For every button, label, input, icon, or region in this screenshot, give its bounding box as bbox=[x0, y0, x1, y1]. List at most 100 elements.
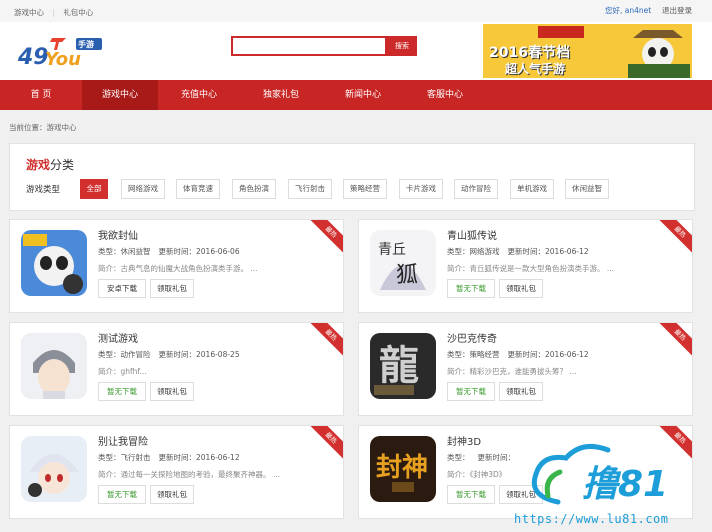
tag-online[interactable]: 网络游戏 bbox=[121, 179, 165, 199]
game-icon-anime[interactable] bbox=[21, 333, 87, 399]
game-name[interactable]: 沙巴克传奇 bbox=[447, 330, 497, 345]
top-link-gift-center[interactable]: 礼包中心 bbox=[63, 8, 93, 17]
logo-sub-text: 手游 bbox=[78, 40, 94, 49]
search-button[interactable]: 搜索 bbox=[387, 36, 417, 56]
game-card: 龍 沙巴克传奇 类型：策略经营 更新时间：2016-06-12 简介：精彩沙巴克，… bbox=[358, 322, 693, 416]
category-title: 游戏分类 bbox=[26, 156, 74, 173]
nav-item-support[interactable]: 客服中心 bbox=[404, 80, 486, 110]
top-link-game-center[interactable]: 游戏中心 bbox=[14, 8, 44, 17]
game-type: 网络游戏 bbox=[469, 247, 500, 256]
top-links: 游戏中心 | 礼包中心 bbox=[14, 7, 93, 18]
game-name[interactable]: 青山狐传说 bbox=[447, 227, 497, 242]
game-intro: 简介：古典气息的仙魔大战角色扮演类手游。 ... bbox=[98, 264, 258, 273]
category-title-highlight: 游戏 bbox=[26, 158, 51, 172]
hot-ribbon: 最热 bbox=[655, 220, 692, 257]
game-intro: 简介：《封神3D》 bbox=[447, 470, 507, 479]
nav-item-home[interactable]: 首 页 bbox=[0, 80, 82, 110]
greeting-text: 您好, bbox=[605, 6, 623, 15]
hot-ribbon: 最热 bbox=[306, 323, 343, 360]
user-area: 您好, an4net 退出登录 bbox=[605, 5, 692, 16]
nav-item-game-center[interactable]: 游戏中心 bbox=[82, 80, 158, 110]
game-type: 策略经营 bbox=[469, 350, 500, 359]
download-button[interactable]: 暂无下载 bbox=[447, 279, 495, 298]
top-link-separator: | bbox=[52, 8, 55, 17]
game-type: 休闲益智 bbox=[120, 247, 151, 256]
game-intro: 简介：通过每一关探险地图的考验，最终聚齐神器。 ... bbox=[98, 470, 281, 479]
tag-sports-racing[interactable]: 体育竞速 bbox=[176, 179, 220, 199]
game-intro: 简介：ghfhf... bbox=[98, 367, 147, 376]
download-button[interactable]: 暂无下载 bbox=[447, 382, 495, 401]
game-intro: 简介：青丘狐传说是一款大型角色扮演类手游。 ... bbox=[447, 264, 615, 273]
gift-button[interactable]: 领取礼包 bbox=[499, 382, 543, 401]
game-name[interactable]: 封神3D bbox=[447, 433, 481, 448]
hot-ribbon: 最热 bbox=[306, 426, 343, 463]
svg-text:龍: 龍 bbox=[379, 342, 419, 389]
game-type: 飞行射击 bbox=[120, 453, 151, 462]
nav-item-recharge[interactable]: 充值中心 bbox=[158, 80, 240, 110]
username-link[interactable]: an4net bbox=[625, 6, 651, 15]
gift-button[interactable]: 领取礼包 bbox=[499, 279, 543, 298]
tag-rpg[interactable]: 角色扮演 bbox=[232, 179, 276, 199]
download-button[interactable]: 暂无下载 bbox=[98, 485, 146, 504]
tag-strategy[interactable]: 策略经营 bbox=[343, 179, 387, 199]
tag-card[interactable]: 卡片游戏 bbox=[399, 179, 443, 199]
tag-casual[interactable]: 休闲益智 bbox=[565, 179, 609, 199]
game-card: 别让我冒险 类型：飞行射击 更新时间：2016-06-12 简介：通过每一关探险地… bbox=[9, 425, 344, 519]
tag-action[interactable]: 动作冒险 bbox=[454, 179, 498, 199]
game-icon-panda[interactable] bbox=[21, 230, 87, 296]
site-logo[interactable]: 49 You 手游 bbox=[17, 36, 108, 70]
download-button[interactable]: 安卓下载 bbox=[98, 279, 146, 298]
hot-ribbon: 最热 bbox=[655, 323, 692, 360]
site-watermark: 撸81 https://www.lu81.com bbox=[508, 436, 712, 532]
main-nav: 首 页 游戏中心 充值中心 独家礼包 新闻中心 客服中心 bbox=[0, 80, 712, 110]
svg-text:封神: 封神 bbox=[376, 453, 428, 483]
watermark-brand: 撸81 bbox=[582, 464, 668, 505]
watermark-url: https://www.lu81.com bbox=[514, 512, 669, 526]
game-updated: 2016-06-12 bbox=[545, 350, 589, 359]
download-button[interactable]: 暂无下载 bbox=[447, 485, 495, 504]
breadcrumb: 当前位置：游戏中心 bbox=[9, 123, 77, 132]
game-type-label: 游戏类型 bbox=[26, 185, 61, 195]
game-meta: 类型：飞行射击 更新时间：2016-06-12 bbox=[98, 453, 240, 462]
game-icon-adventure[interactable] bbox=[21, 436, 87, 502]
tag-shooter[interactable]: 飞行射击 bbox=[288, 179, 332, 199]
game-intro: 简介：精彩沙巴克，谁能勇拔头筹？ ... bbox=[447, 367, 577, 376]
download-button[interactable]: 暂无下载 bbox=[98, 382, 146, 401]
game-card: 我欲封仙 类型：休闲益智 更新时间：2016-06-06 简介：古典气息的仙魔大战… bbox=[9, 219, 344, 313]
nav-item-gifts[interactable]: 独家礼包 bbox=[240, 80, 322, 110]
promo-banner[interactable]: 2016春节档 超人气手游 bbox=[483, 24, 692, 78]
category-filter: 游戏分类 游戏类型 全部 网络游戏 体育竞速 角色扮演 飞行射击 策略经营 卡片… bbox=[9, 143, 695, 211]
search-box: 搜索 bbox=[231, 36, 417, 56]
search-input[interactable] bbox=[231, 36, 387, 56]
tag-standalone[interactable]: 单机游戏 bbox=[510, 179, 554, 199]
game-updated: 2016-06-06 bbox=[196, 247, 240, 256]
svg-text:青丘: 青丘 bbox=[378, 242, 406, 258]
gift-button[interactable]: 领取礼包 bbox=[150, 279, 194, 298]
game-type: 动作冒险 bbox=[120, 350, 151, 359]
category-title-rest: 分类 bbox=[50, 158, 75, 172]
game-meta: 类型：动作冒险 更新时间：2016-08-25 bbox=[98, 350, 240, 359]
svg-text:狐: 狐 bbox=[396, 263, 418, 288]
logout-link[interactable]: 退出登录 bbox=[662, 6, 692, 15]
game-meta: 类型：休闲益智 更新时间：2016-06-06 bbox=[98, 247, 240, 256]
gift-button[interactable]: 领取礼包 bbox=[150, 485, 194, 504]
game-name[interactable]: 我欲封仙 bbox=[98, 227, 138, 242]
game-meta: 类型：网络游戏 更新时间：2016-06-12 bbox=[447, 247, 589, 256]
game-icon-dragon[interactable]: 龍 bbox=[370, 333, 436, 399]
game-updated: 2016-06-12 bbox=[196, 453, 240, 462]
tag-all[interactable]: 全部 bbox=[80, 179, 108, 199]
hot-ribbon: 最热 bbox=[306, 220, 343, 257]
watermark-logo-icon: 撸81 bbox=[531, 443, 668, 505]
game-meta: 类型：策略经营 更新时间：2016-06-12 bbox=[447, 350, 589, 359]
gift-button[interactable]: 领取礼包 bbox=[150, 382, 194, 401]
banner-year-text: 2016春节档 bbox=[489, 45, 570, 61]
game-name[interactable]: 测试游戏 bbox=[98, 330, 138, 345]
game-icon-fox[interactable]: 青丘狐 bbox=[370, 230, 436, 296]
site-header: 49 You 手游 搜索 2016春节档 超人气手游 bbox=[0, 22, 712, 80]
svg-text:You: You bbox=[45, 49, 81, 70]
game-card: 测试游戏 类型：动作冒险 更新时间：2016-08-25 简介：ghfhf... … bbox=[9, 322, 344, 416]
game-icon-fengshen[interactable]: 封神 bbox=[370, 436, 436, 502]
game-name[interactable]: 别让我冒险 bbox=[98, 433, 148, 448]
nav-item-news[interactable]: 新闻中心 bbox=[322, 80, 404, 110]
top-bar: 游戏中心 | 礼包中心 您好, an4net 退出登录 bbox=[0, 0, 712, 23]
